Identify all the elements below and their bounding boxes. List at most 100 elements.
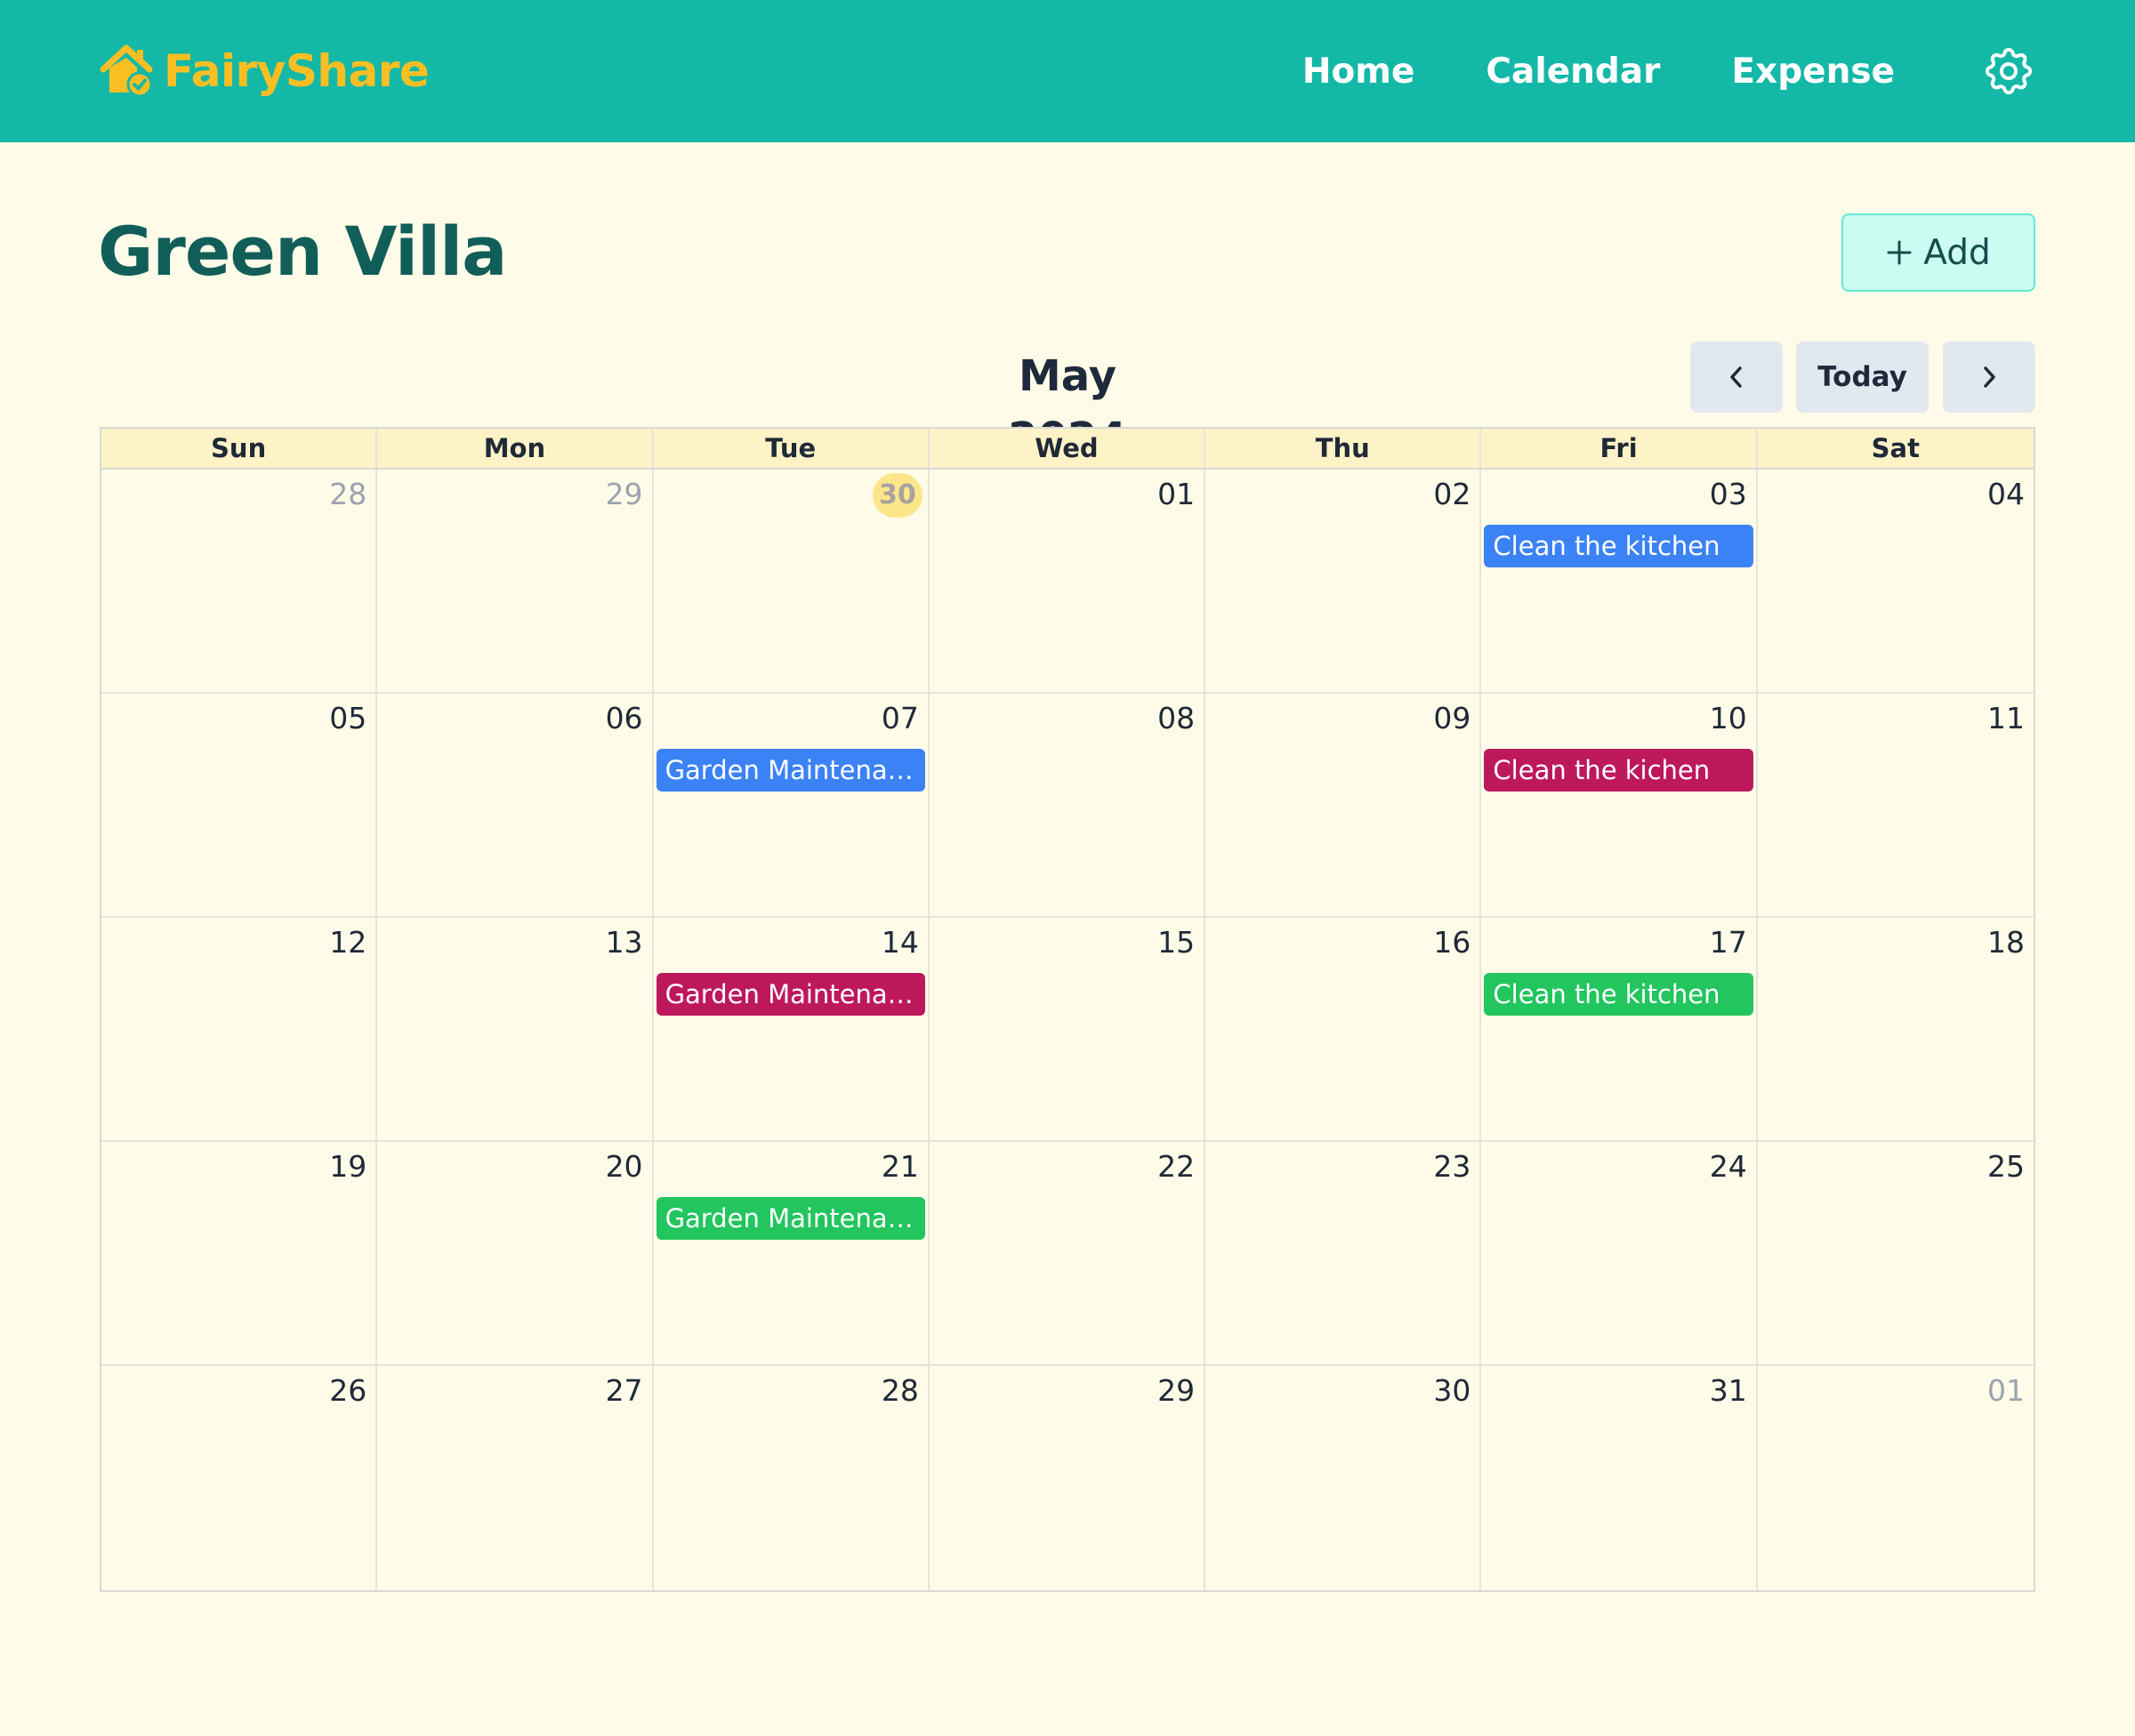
calendar-day[interactable]: 05 [101,694,378,918]
month-calendar: Sun Mon Tue Wed Thu Fri Sat 28 29 30 01 02 03… [100,427,2035,1592]
calendar-event[interactable]: Clean the kichen [1484,749,1753,792]
calendar-event[interactable]: Garden Maintenance [656,973,925,1016]
day-number: 12 [329,925,367,960]
calendar-day[interactable]: 31 [1481,1366,1758,1590]
calendar-day[interactable]: 24 [1481,1142,1758,1366]
calendar-day[interactable]: 08 [929,694,1206,918]
day-number: 26 [329,1373,367,1408]
day-number: 03 [1709,477,1747,511]
day-number: 23 [1433,1149,1471,1184]
page-title: Green Villa [98,212,507,291]
calendar-event[interactable]: Garden Maintenance [656,749,925,792]
plus-icon [1887,240,1912,265]
chevron-right-icon [1984,366,1995,388]
weekday-mon: Mon [377,429,654,468]
calendar-day[interactable]: 10 Clean the kichen [1481,694,1758,918]
calendar-day[interactable]: 29 [377,470,654,694]
day-number: 29 [1157,1373,1196,1408]
top-navbar: FairyShare Home Calendar Expense [0,0,2135,142]
day-number: 22 [1157,1149,1196,1184]
gear-icon[interactable] [1980,43,2037,100]
calendar-day[interactable]: 26 [101,1366,378,1590]
calendar-event[interactable]: Garden Maintenance [656,1197,925,1240]
calendar-day[interactable]: 21 Garden Maintenance [653,1142,930,1366]
calendar-day[interactable]: 11 [1757,694,2034,918]
calendar-day[interactable]: 01 [1758,1366,2034,1590]
day-number: 13 [605,925,643,960]
day-number: 27 [605,1373,643,1408]
calendar-day[interactable]: 04 [1757,470,2034,694]
calendar-day[interactable]: 28 [654,1366,930,1590]
today-button[interactable]: Today [1796,342,1929,413]
brand-name: FairyShare [164,45,430,97]
weekday-tue: Tue [654,429,930,468]
calendar-day[interactable]: 29 [930,1366,1206,1590]
calendar-day[interactable]: 27 [377,1366,654,1590]
day-number: 06 [605,701,643,735]
day-number: 08 [1157,701,1196,735]
calendar-day[interactable]: 15 [929,918,1206,1142]
day-number: 05 [329,701,367,735]
nav-calendar[interactable]: Calendar [1486,52,1660,92]
month-title: May 2024 [1008,351,1127,463]
day-number: 21 [881,1149,919,1184]
add-button[interactable]: Add [1841,213,2035,292]
calendar-day[interactable]: 23 [1205,1142,1482,1366]
day-number: 10 [1709,701,1747,735]
next-month-button[interactable] [1943,342,2035,413]
day-number: 14 [881,925,919,960]
day-number: 24 [1709,1149,1747,1184]
day-number: 07 [881,701,919,735]
chevron-left-icon [1730,366,1742,388]
brand-logo[interactable]: FairyShare [98,39,430,103]
prev-month-button[interactable] [1690,342,1783,413]
house-check-icon [100,44,153,98]
calendar-day[interactable]: 01 [929,470,1206,694]
calendar-days: 28 29 30 01 02 03 Clean the kitchen 04 05 06 07 Gar… [101,470,2034,1590]
calendar-day[interactable]: 03 Clean the kitchen [1481,470,1758,694]
day-number: 20 [605,1149,643,1184]
day-number: 19 [329,1149,367,1184]
calendar-day[interactable]: 22 [929,1142,1206,1366]
weekday-sat: Sat [1871,433,1920,463]
calendar-day[interactable]: 19 [101,1142,378,1366]
calendar-day[interactable]: 06 [377,694,654,918]
day-number: 16 [1433,925,1471,960]
weekday-sun: Sun [101,429,378,468]
weekday-wed: Wed [930,429,1206,468]
calendar-day[interactable]: 07 Garden Maintenance [653,694,930,918]
calendar-day[interactable]: 16 [1205,918,1482,1142]
nav-home[interactable]: Home [1302,52,1415,92]
nav-expense[interactable]: Expense [1731,52,1895,92]
calendar-day[interactable]: 02 [1205,470,1482,694]
day-number: 30 [1433,1373,1471,1408]
day-number: 29 [605,477,643,511]
weekday-thu: Thu [1205,429,1482,468]
day-number: 31 [1709,1373,1747,1408]
calendar-event[interactable]: Clean the kitchen [1484,525,1753,567]
day-number: 17 [1709,925,1747,960]
calendar-day[interactable]: 17 Clean the kitchen [1481,918,1758,1142]
day-number: 04 [1986,477,2025,511]
weekday-fri: Fri [1481,429,1758,468]
day-number: 18 [1986,925,2025,960]
calendar-event[interactable]: Clean the kitchen [1484,973,1753,1016]
calendar-day[interactable]: 20 [377,1142,654,1366]
day-number: 25 [1986,1149,2025,1184]
calendar-day[interactable]: 09 [1205,694,1482,918]
main-nav: Home Calendar Expense [1302,0,2037,142]
day-number: 11 [1986,701,2025,735]
calendar-day[interactable]: 28 [101,470,378,694]
calendar-day[interactable]: 18 [1757,918,2034,1142]
day-number: 15 [1157,925,1196,960]
calendar-day[interactable]: 25 [1757,1142,2034,1366]
weekday-header: Sun Mon Tue Wed Thu Fri Sat [101,429,2034,470]
calendar-day[interactable]: 30 [1205,1366,1482,1590]
calendar-day-today[interactable]: 30 [653,470,930,694]
calendar-day[interactable]: 12 [101,918,378,1142]
day-number: 28 [329,477,367,511]
calendar-day[interactable]: 14 Garden Maintenance [653,918,930,1142]
calendar-day[interactable]: 13 [377,918,654,1142]
day-number: 30 [872,473,922,518]
day-number: 09 [1433,701,1471,735]
